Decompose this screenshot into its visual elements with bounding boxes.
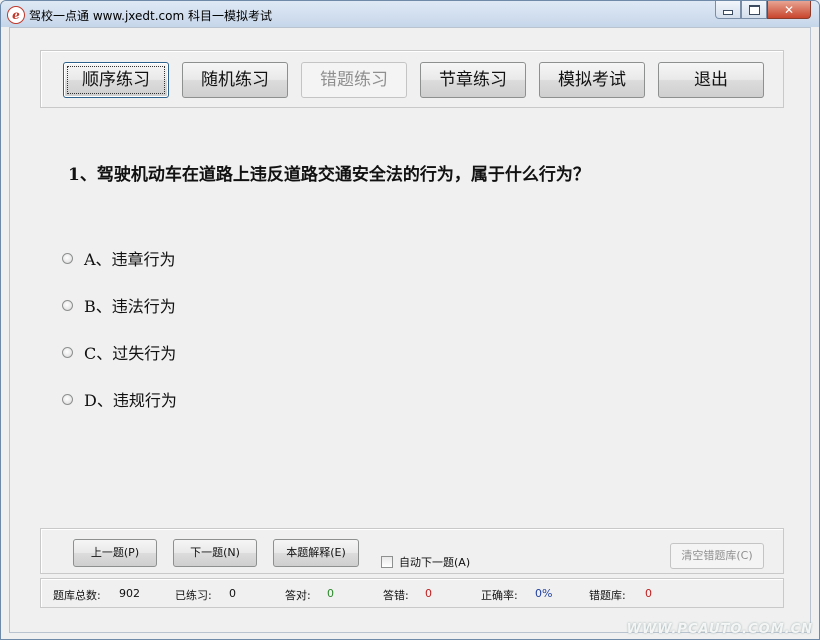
wrong-bank-label: 错题库: [589, 589, 626, 602]
minimize-icon [723, 10, 733, 15]
practiced-label: 已练习: [175, 589, 212, 602]
total-label: 题库总数: [53, 589, 101, 602]
option-a[interactable]: A、违章行为 [62, 246, 176, 270]
mock-exam-button[interactable]: 模拟考试 [539, 62, 645, 98]
status-bar: 题库总数: 902 已练习: 0 答对: 0 答错: 0 正确率: 0% 错题库… [40, 578, 784, 608]
correct-label: 答对: [285, 589, 311, 602]
wrong-value: 0 [425, 587, 432, 600]
option-a-label[interactable]: A、违章行为 [84, 246, 176, 270]
accuracy-label: 正确率: [481, 589, 518, 602]
prev-question-button[interactable]: 上一题(P) [73, 539, 157, 567]
option-b-label[interactable]: B、违法行为 [84, 293, 176, 317]
option-c-radio[interactable] [62, 346, 73, 358]
total-value: 902 [119, 587, 140, 600]
wrong-questions-practice-button[interactable]: 错题练习 [301, 62, 407, 98]
wrong-bank-value: 0 [645, 587, 652, 600]
watermark: WWW.PCAUTO.COM.CN [626, 622, 813, 637]
option-d-label[interactable]: D、违规行为 [84, 387, 177, 411]
app-logo-icon: e [7, 6, 25, 24]
title-bar[interactable]: e 驾校一点通 www.jxedt.com 科目一模拟考试 ✕ [1, 1, 819, 27]
auto-next-checkbox[interactable] [381, 556, 393, 568]
chapter-practice-button[interactable]: 节章练习 [420, 62, 526, 98]
navigation-bar: 上一题(P) 下一题(N) 本题解释(E) 自动下一题(A) 清空错题库(C) [40, 528, 784, 574]
exit-button[interactable]: 退出 [658, 62, 764, 98]
option-c-label[interactable]: C、过失行为 [84, 340, 176, 364]
explain-question-button[interactable]: 本题解释(E) [273, 539, 359, 567]
auto-next-toggle[interactable]: 自动下一题(A) [381, 554, 470, 570]
close-button[interactable]: ✕ [767, 1, 811, 19]
client-area: 顺序练习 随机练习 错题练习 节章练习 模拟考试 退出 1、驾驶机动车在道路上违… [9, 27, 811, 633]
maximize-button[interactable] [741, 1, 767, 19]
window-controls: ✕ [715, 1, 811, 20]
question-text: 1、驾驶机动车在道路上违反道路交通安全法的行为，属于什么行为？ [68, 165, 590, 185]
clear-wrong-bank-button[interactable]: 清空错题库(C) [670, 543, 764, 569]
maximize-icon [748, 4, 760, 15]
close-icon: ✕ [783, 2, 795, 17]
practiced-value: 0 [229, 587, 236, 600]
next-question-button[interactable]: 下一题(N) [173, 539, 257, 567]
option-d[interactable]: D、违规行为 [62, 387, 177, 411]
mode-toolbar: 顺序练习 随机练习 错题练习 节章练习 模拟考试 退出 [40, 50, 784, 108]
option-d-radio[interactable] [62, 393, 73, 405]
app-window: e 驾校一点通 www.jxedt.com 科目一模拟考试 ✕ 顺序练习 随机练… [0, 0, 820, 640]
sequential-practice-button[interactable]: 顺序练习 [63, 62, 169, 98]
auto-next-label[interactable]: 自动下一题(A) [399, 554, 470, 570]
correct-value: 0 [327, 587, 334, 600]
window-title: 驾校一点通 www.jxedt.com 科目一模拟考试 [29, 9, 273, 23]
option-a-radio[interactable] [62, 252, 73, 264]
random-practice-button[interactable]: 随机练习 [182, 62, 288, 98]
option-b[interactable]: B、违法行为 [62, 293, 176, 317]
option-c[interactable]: C、过失行为 [62, 340, 176, 364]
wrong-label: 答错: [383, 589, 409, 602]
option-b-radio[interactable] [62, 299, 73, 311]
accuracy-value: 0% [535, 587, 553, 600]
minimize-button[interactable] [715, 1, 741, 19]
